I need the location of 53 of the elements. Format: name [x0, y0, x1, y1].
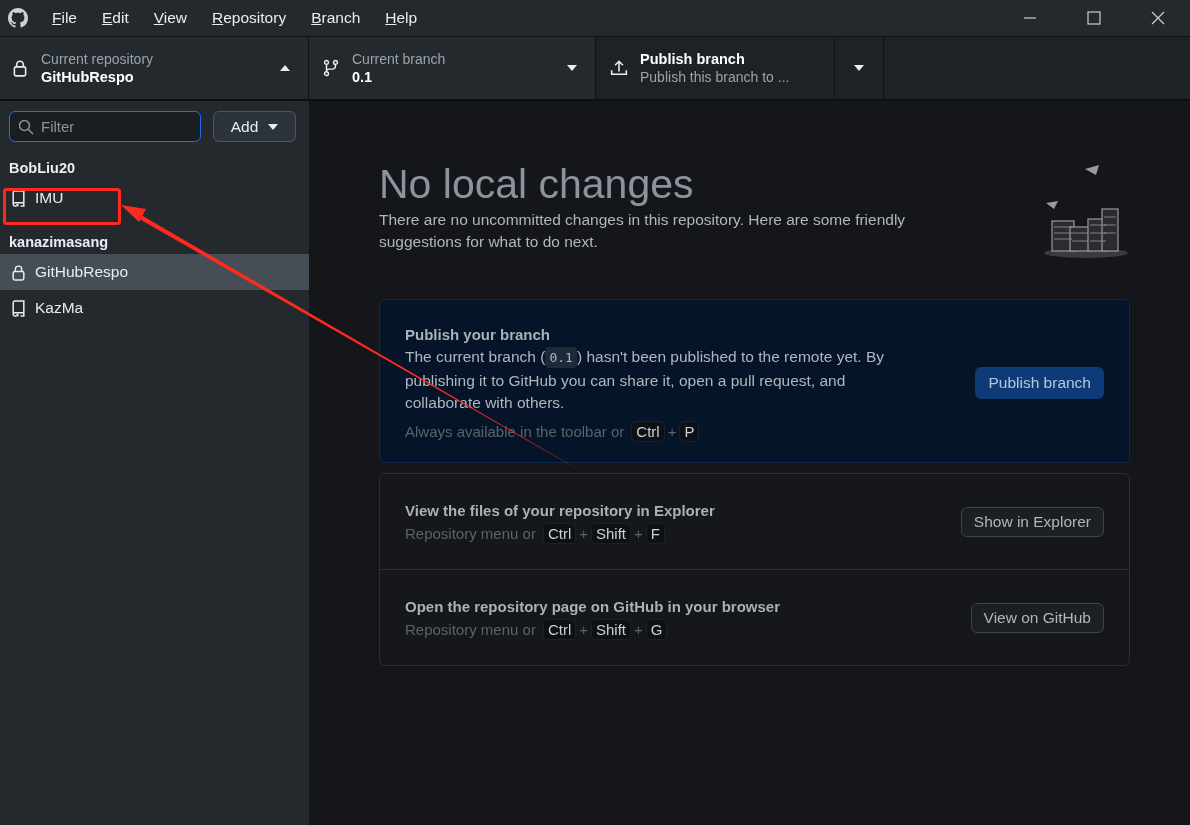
menu-item[interactable]: View	[153, 9, 188, 27]
key-cap: G	[645, 618, 668, 640]
close-icon[interactable]	[1151, 11, 1165, 25]
repository-dropdown[interactable]: Current repository GitHubRespo	[0, 37, 309, 99]
caret-icon	[567, 65, 577, 71]
plus-sign: +	[579, 524, 588, 542]
logo-icon	[8, 8, 28, 28]
filter-field[interactable]: Filter	[9, 111, 201, 142]
key-cap: Shift	[591, 618, 631, 640]
branch-dropdown[interactable]: Current branch 0.1	[309, 37, 596, 99]
lock-icon	[11, 59, 29, 77]
branch-icon	[322, 59, 340, 77]
page-title: No local changes	[379, 160, 695, 209]
key-cap: Ctrl	[542, 522, 577, 544]
plus-sign: +	[667, 422, 677, 440]
repo-list-item[interactable]: IMU	[0, 180, 309, 216]
plus-sign: +	[634, 524, 643, 542]
maximize-icon[interactable]	[1087, 11, 1101, 25]
card-title: Publish your branch	[405, 325, 552, 345]
description-text: There are no uncommitted changes in this repository. Here are some friendly suggestions for what to do next.	[379, 210, 907, 252]
plus-sign: +	[579, 620, 588, 638]
action-title: View the files of your repository in Explorer	[405, 500, 716, 521]
action-button[interactable]: Show in Explorer	[960, 506, 1104, 537]
action-button[interactable]: View on GitHub	[970, 602, 1104, 633]
key-cap: P	[679, 420, 700, 442]
search-icon	[18, 119, 34, 135]
caret-icon	[268, 123, 279, 130]
repo-list-item[interactable]: GitHubRespo	[0, 254, 309, 290]
repo-list-item[interactable]: KazMa	[0, 290, 309, 326]
hint-text: Repository menu or	[405, 620, 536, 638]
repository-icon	[10, 299, 27, 317]
menu-item[interactable]: Help	[385, 9, 418, 27]
upload-icon	[610, 59, 628, 77]
key-cap: F	[645, 522, 665, 544]
hint-text: Repository menu or	[405, 524, 536, 542]
lock-icon	[10, 263, 27, 281]
menu-item[interactable]: Branch	[311, 9, 361, 27]
action-title: Open the repository page on GitHub in your browser	[405, 596, 782, 617]
menu-item[interactable]: File	[52, 9, 77, 27]
add-button[interactable]: Add	[213, 111, 296, 142]
menu-item[interactable]: Edit	[102, 9, 129, 27]
key-cap: Ctrl	[631, 420, 665, 442]
group-header: kanazimasang	[8, 234, 110, 252]
hint-text: Always available in the toolbar or	[405, 422, 625, 440]
plus-sign: +	[634, 620, 643, 638]
menu-item[interactable]: Repository	[212, 9, 287, 27]
group-header: BobLiu20	[8, 160, 77, 178]
publish-branch-button[interactable]: Publish branch	[975, 366, 1104, 399]
key-cap: Shift	[591, 522, 631, 544]
caret-icon	[280, 65, 290, 71]
caret-icon	[854, 65, 864, 71]
repository-icon	[10, 189, 27, 207]
key-cap: Ctrl	[542, 618, 577, 640]
